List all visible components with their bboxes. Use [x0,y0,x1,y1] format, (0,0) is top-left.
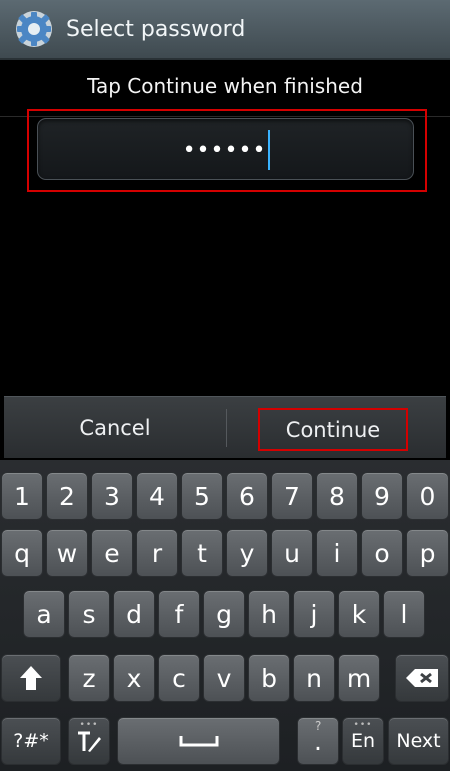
symbols-key[interactable]: ?#* [1,717,61,765]
language-label: En [350,730,376,752]
key-p[interactable]: p [406,529,449,577]
instruction-text: Tap Continue when finished [87,74,363,98]
key-8[interactable]: 8 [316,472,358,520]
language-key[interactable]: ••• En [342,717,384,765]
text-cursor [268,130,271,170]
key-n[interactable]: n [293,654,335,702]
title-bar: Select password [0,0,450,60]
key-k[interactable]: k [338,590,380,638]
key-a[interactable]: a [23,590,65,638]
key-s[interactable]: s [68,590,110,638]
key-x[interactable]: x [113,654,155,702]
key-f[interactable]: f [158,590,200,638]
next-key[interactable]: Next [388,717,449,765]
cancel-button[interactable]: Cancel [4,397,226,459]
key-h[interactable]: h [248,590,290,638]
soft-keyboard: 1 2 3 4 5 6 7 8 9 0 q w e r t y u i o p … [0,460,450,771]
period-alt: ? [315,719,322,733]
key-g[interactable]: g [203,590,245,638]
shift-arrow-icon [20,666,42,690]
key-b[interactable]: b [248,654,290,702]
key-e[interactable]: e [91,529,133,577]
backspace-icon [406,669,438,687]
key-2[interactable]: 2 [46,472,88,520]
password-masked-value: •••••• [182,137,267,163]
key-9[interactable]: 9 [361,472,403,520]
key-i[interactable]: i [316,529,358,577]
password-input[interactable]: •••••• [37,118,414,180]
key-c[interactable]: c [158,654,200,702]
key-u[interactable]: u [271,529,313,577]
space-key[interactable] [117,717,280,765]
key-0[interactable]: 0 [406,472,449,520]
key-r[interactable]: r [136,529,178,577]
key-y[interactable]: y [226,529,268,577]
action-bar: Cancel Continue [4,396,446,458]
handwriting-key[interactable]: ••• [68,717,110,765]
key-4[interactable]: 4 [136,472,178,520]
symbols-key-label: ?#* [13,730,49,752]
next-label: Next [396,730,441,752]
backspace-key[interactable] [395,654,449,702]
key-t[interactable]: t [181,529,223,577]
key-m[interactable]: m [338,654,380,702]
shift-key[interactable] [1,654,61,702]
key-z[interactable]: z [68,654,110,702]
button-divider [226,409,227,447]
text-pen-icon [78,731,101,752]
key-6[interactable]: 6 [226,472,268,520]
period-key[interactable]: ? . [297,717,339,765]
page-title: Select password [66,16,246,42]
key-o[interactable]: o [361,529,403,577]
key-5[interactable]: 5 [181,472,223,520]
key-l[interactable]: l [383,590,425,638]
key-q[interactable]: q [1,529,43,577]
key-d[interactable]: d [113,590,155,638]
key-w[interactable]: w [46,529,88,577]
key-j[interactable]: j [293,590,335,638]
key-3[interactable]: 3 [91,472,133,520]
key-1[interactable]: 1 [1,472,43,520]
key-v[interactable]: v [203,654,245,702]
continue-button[interactable]: Continue [258,408,408,451]
key-7[interactable]: 7 [271,472,313,520]
more-dots: ••• [79,720,99,730]
more-dots: ••• [353,720,373,730]
space-icon [179,736,218,747]
gear-icon [16,11,52,47]
